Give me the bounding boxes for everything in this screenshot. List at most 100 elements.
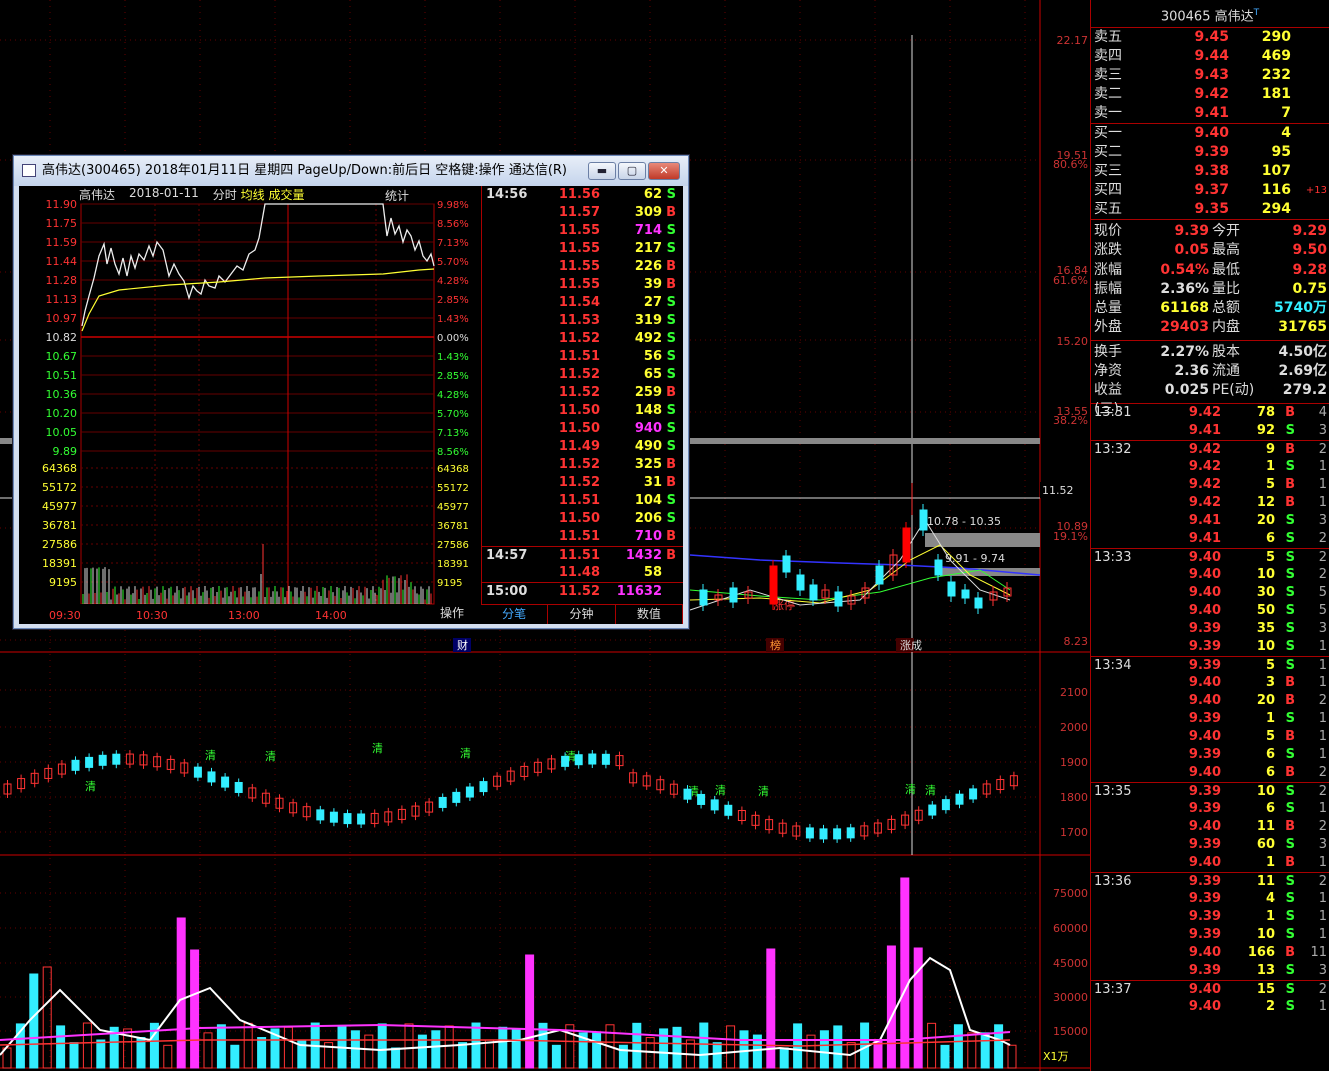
tick-row[interactable]: 9.40 20 B 2 bbox=[1091, 692, 1329, 710]
tick-row[interactable]: 13:35 9.39 10 S 2 bbox=[1091, 781, 1329, 800]
maximize-button[interactable]: ▢ bbox=[618, 162, 646, 180]
popup-tick-row[interactable]: 11.55 217 S bbox=[482, 240, 683, 258]
popup-tick-list[interactable]: 14:56 11.56 62 S 11.57 309 B 11.55 714 S 11.55 217 S… bbox=[481, 186, 683, 604]
popup-tick-price: 11.55 bbox=[558, 259, 600, 274]
tick-flag: B bbox=[1285, 441, 1295, 457]
tick-list[interactable]: 13:31 9.42 78 B 4 9.41 92 S 3 13:32 9.42 9 B 2 9.42 1 S 1… bbox=[1091, 404, 1329, 1016]
orderbook-row[interactable]: 卖三 9.43 232 bbox=[1091, 66, 1329, 85]
popup-tick-row[interactable]: 11.51 56 S bbox=[482, 348, 683, 366]
tick-row[interactable]: 9.42 5 B 1 bbox=[1091, 476, 1329, 494]
popup-tick-row[interactable]: 11.50 940 S bbox=[482, 420, 683, 438]
orderbook-row[interactable]: 买四 9.37 116 +13 bbox=[1091, 181, 1329, 200]
popup-tick-row[interactable]: 15:00 11.52 11632 bbox=[482, 582, 683, 600]
tick-row[interactable]: 9.39 6 S 1 bbox=[1091, 800, 1329, 818]
tick-row[interactable]: 9.39 60 S 3 bbox=[1091, 836, 1329, 854]
orderbook-label: 买五 bbox=[1094, 201, 1122, 217]
tick-row[interactable]: 13:33 9.40 5 S 2 bbox=[1091, 547, 1329, 566]
tick-row[interactable]: 9.39 35 S 3 bbox=[1091, 620, 1329, 638]
popup-tick-row[interactable]: 11.52 259 B bbox=[482, 384, 683, 402]
tick-row[interactable]: 9.39 10 S 1 bbox=[1091, 926, 1329, 944]
intraday-header: 高伟达 2018-01-11 分时 均线 成交量 bbox=[79, 186, 304, 203]
intraday-pct-label: 7.13% bbox=[437, 428, 469, 439]
intraday-chart[interactable]: 11.90 9.98% 11.75 8.56% 11.59 7.13% 11.44 5.70%… bbox=[19, 186, 481, 624]
popup-tick-row[interactable]: 11.57 309 B bbox=[482, 204, 683, 222]
popup-tick-row[interactable]: 11.52 492 S bbox=[482, 330, 683, 348]
tick-row[interactable]: 9.41 20 S 3 bbox=[1091, 512, 1329, 530]
popup-tick-row[interactable]: 11.55 714 S bbox=[482, 222, 683, 240]
tick-row[interactable]: 9.40 3 B 1 bbox=[1091, 674, 1329, 692]
orderbook-row[interactable]: 卖二 9.42 181 bbox=[1091, 85, 1329, 104]
orderbook-row[interactable]: 买一 9.40 4 bbox=[1091, 124, 1329, 143]
volume-bar bbox=[283, 1026, 293, 1069]
orderbook-extra bbox=[1291, 85, 1327, 104]
orderbook-row[interactable]: 卖四 9.44 469 bbox=[1091, 47, 1329, 66]
tick-price: 9.40 bbox=[1188, 674, 1221, 690]
tick-row[interactable]: 9.40 1 B 1 bbox=[1091, 854, 1329, 872]
popup-tick-row[interactable]: 11.50 206 S bbox=[482, 510, 683, 528]
intraday-popup-window[interactable]: 高伟达(300465) 2018年01月11日 星期四 PageUp/Down:… bbox=[13, 155, 689, 629]
orderbook-row[interactable]: 买三 9.38 107 bbox=[1091, 162, 1329, 181]
popup-tick-row[interactable]: 11.54 27 S bbox=[482, 294, 683, 312]
orderbook-price: 9.39 bbox=[1194, 144, 1229, 160]
tick-price: 9.39 bbox=[1188, 638, 1221, 654]
tick-count: 2 bbox=[1318, 818, 1327, 834]
tick-row[interactable]: 9.40 166 B 11 bbox=[1091, 944, 1329, 962]
tick-row[interactable]: 9.39 13 S 3 bbox=[1091, 962, 1329, 980]
popup-tick-row[interactable]: 11.48 58 bbox=[482, 564, 683, 582]
operate-button[interactable]: 操作 bbox=[440, 604, 464, 621]
close-button[interactable]: ✕ bbox=[648, 162, 680, 180]
tick-time bbox=[1091, 476, 1139, 494]
price-axis-label: 8.23 bbox=[1064, 635, 1089, 648]
popup-tick-row[interactable]: 11.53 319 S bbox=[482, 312, 683, 330]
popup-tick-row[interactable]: 11.51 710 B bbox=[482, 528, 683, 546]
tick-row[interactable]: 9.39 10 S 1 bbox=[1091, 638, 1329, 656]
tick-row[interactable]: 13:32 9.42 9 B 2 bbox=[1091, 439, 1329, 458]
tick-row[interactable]: 9.39 6 S 1 bbox=[1091, 746, 1329, 764]
tick-row[interactable]: 13:34 9.39 5 S 1 bbox=[1091, 655, 1329, 674]
popup-tick-row[interactable]: 11.55 39 B bbox=[482, 276, 683, 294]
popup-tick-row[interactable]: 11.49 490 S bbox=[482, 438, 683, 456]
tick-row[interactable]: 9.39 1 S 1 bbox=[1091, 908, 1329, 926]
tick-row[interactable]: 9.40 10 S 2 bbox=[1091, 566, 1329, 584]
tick-row[interactable]: 9.40 2 S 1 bbox=[1091, 998, 1329, 1016]
tick-row[interactable]: 9.40 11 B 2 bbox=[1091, 818, 1329, 836]
tick-row[interactable]: 9.42 1 S 1 bbox=[1091, 458, 1329, 476]
orderbook-row[interactable]: 卖五 9.45 290 bbox=[1091, 28, 1329, 47]
popup-titlebar[interactable]: 高伟达(300465) 2018年01月11日 星期四 PageUp/Down:… bbox=[14, 156, 688, 186]
popup-tick-row[interactable]: 14:57 11.51 1432 B bbox=[482, 546, 683, 564]
tick-time: 13:33 bbox=[1094, 549, 1132, 565]
popup-tick-row[interactable]: 11.55 226 B bbox=[482, 258, 683, 276]
popup-tick-row[interactable]: 11.52 65 S bbox=[482, 366, 683, 384]
stat-button[interactable]: 统计 bbox=[385, 187, 409, 204]
popup-tab[interactable]: 数值 bbox=[616, 605, 683, 624]
popup-tick-row[interactable]: 14:56 11.56 62 S bbox=[482, 186, 683, 204]
intraday-vol-label: 27586 bbox=[42, 538, 77, 551]
tick-row[interactable]: 9.40 50 S 5 bbox=[1091, 602, 1329, 620]
orderbook-row[interactable]: 卖一 9.41 7 bbox=[1091, 104, 1329, 123]
tick-row[interactable]: 9.41 6 S 2 bbox=[1091, 530, 1329, 548]
tick-row[interactable]: 13:36 9.39 11 S 2 bbox=[1091, 871, 1329, 890]
tick-row[interactable]: 13:31 9.42 78 B 4 bbox=[1091, 404, 1329, 422]
popup-tab[interactable]: 分笔 bbox=[481, 605, 549, 624]
tick-row[interactable]: 9.39 1 S 1 bbox=[1091, 710, 1329, 728]
tick-row[interactable]: 9.42 12 B 1 bbox=[1091, 494, 1329, 512]
popup-tick-row[interactable]: 11.51 104 S bbox=[482, 492, 683, 510]
popup-tab[interactable]: 分钟 bbox=[548, 605, 616, 624]
orderbook-row[interactable]: 买五 9.35 294 bbox=[1091, 200, 1329, 219]
popup-tick-row[interactable]: 11.52 31 B bbox=[482, 474, 683, 492]
popup-tick-volume: 104 bbox=[634, 493, 662, 508]
orderbook-row[interactable]: 买二 9.39 95 bbox=[1091, 143, 1329, 162]
popup-tick-row[interactable]: 11.52 325 B bbox=[482, 456, 683, 474]
tick-row[interactable]: 13:37 9.40 15 S 2 bbox=[1091, 979, 1329, 998]
popup-tick-row[interactable]: 11.50 148 S bbox=[482, 402, 683, 420]
tick-row[interactable]: 9.40 6 B 2 bbox=[1091, 764, 1329, 782]
intraday-pct-label: 7.13% bbox=[437, 238, 469, 249]
tick-row[interactable]: 9.41 92 S 3 bbox=[1091, 422, 1329, 440]
tick-row[interactable]: 9.40 5 B 1 bbox=[1091, 728, 1329, 746]
tick-row[interactable]: 9.40 30 S 5 bbox=[1091, 584, 1329, 602]
tick-row[interactable]: 9.39 4 S 1 bbox=[1091, 890, 1329, 908]
tick-count: 4 bbox=[1318, 404, 1327, 420]
tick-count: 1 bbox=[1318, 476, 1327, 492]
popup-tick-price: 11.51 bbox=[558, 548, 600, 563]
minimize-button[interactable]: ▬ bbox=[588, 162, 616, 180]
